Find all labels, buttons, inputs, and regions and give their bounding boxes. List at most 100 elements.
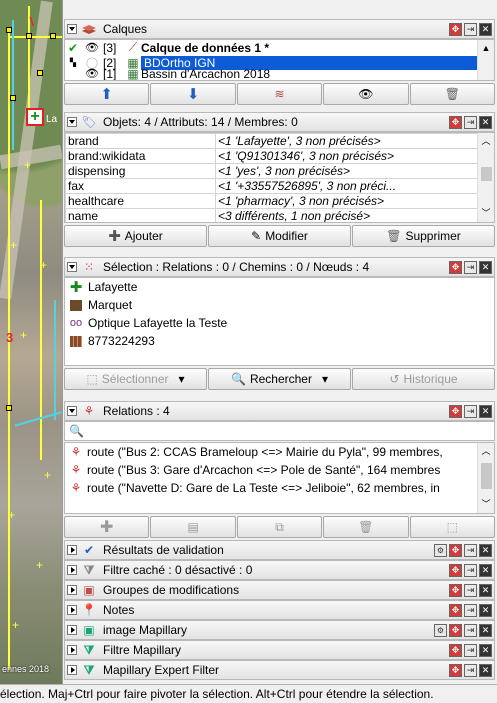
history-button[interactable]: ↺ Historique <box>352 368 495 390</box>
toggle-visibility-button[interactable]: 👁 <box>323 83 409 105</box>
close-icon[interactable]: ✕ <box>479 22 492 36</box>
collapse-toggle[interactable] <box>67 406 77 416</box>
table-row[interactable]: fax <1 '+33557526895', 3 non préci... <box>65 178 478 194</box>
pin-icon[interactable]: ⇥ <box>464 260 477 274</box>
collapsed-panel[interactable]: ⧩ Filtre Mapillary ✥ ⇥ ✕ <box>64 640 495 660</box>
list-item[interactable]: oo Optique Lafayette la Teste <box>65 314 494 332</box>
pin-icon[interactable]: ⇥ <box>464 663 477 677</box>
tag-value[interactable]: <1 '+33557526895', 3 non préci... <box>215 178 478 194</box>
eye-icon[interactable]: 👁 <box>81 41 103 54</box>
list-item[interactable]: 8773224293 <box>65 332 494 350</box>
close-icon[interactable]: ✕ <box>479 260 492 274</box>
close-icon[interactable]: ✕ <box>479 583 492 597</box>
relations-search-box[interactable]: 🔍 <box>64 421 495 441</box>
table-row[interactable]: healthcare <1 'pharmacy', 3 non précisés> <box>65 193 478 209</box>
chevron-down-icon[interactable]: ▾ <box>179 372 185 386</box>
collapsed-panel[interactable]: 📍 Notes ✥ ⇥ ✕ <box>64 600 495 620</box>
tag-key[interactable]: dispensing <box>65 163 216 179</box>
close-icon[interactable]: ✕ <box>479 643 492 657</box>
delete-layer-button[interactable]: 🗑 <box>409 83 496 105</box>
delete-relation-button[interactable]: 🗑 <box>323 516 409 538</box>
table-row[interactable]: brand <1 'Lafayette', 3 non précisés> <box>65 133 478 149</box>
close-icon[interactable]: ✕ <box>479 543 492 557</box>
relations-scrollbar[interactable]: ︿ ﹀ <box>477 443 494 513</box>
relations-search-input[interactable] <box>83 423 494 439</box>
move-up-button[interactable]: ⬆ <box>64 83 150 105</box>
layer-row[interactable]: ✔ 👁 [3] ⟋ Calque de données 1 * <box>65 40 494 55</box>
tag-value[interactable]: <1 'Lafayette', 3 non précisés> <box>215 133 478 149</box>
pin-icon[interactable]: ⇥ <box>464 603 477 617</box>
collapsed-panel[interactable]: ⧩ Mapillary Expert Filter ✥ ⇥ ✕ <box>64 660 495 680</box>
select-button[interactable]: ⬚ Sélectionner ▾ <box>64 368 207 390</box>
collapse-toggle[interactable] <box>67 117 77 127</box>
highlight-icon[interactable]: ✥ <box>449 663 462 677</box>
highlight-icon[interactable]: ✥ <box>449 603 462 617</box>
tag-key[interactable]: healthcare <box>65 193 216 209</box>
relations-list[interactable]: ⚘ route ("Bus 2: CCAS Brameloup <=> Mairi… <box>64 442 495 514</box>
tag-value[interactable]: <1 'yes', 3 non précisés> <box>215 163 478 179</box>
highlight-icon[interactable]: ✥ <box>449 643 462 657</box>
tag-table[interactable]: brand <1 'Lafayette', 3 non précisés> bran… <box>65 133 478 222</box>
close-icon[interactable]: ✕ <box>479 603 492 617</box>
relations-titlebar[interactable]: ⚘ Relations : 4 ✥ ⇥ ✕ <box>64 401 495 421</box>
expand-toggle[interactable] <box>67 585 77 595</box>
merge-layer-button[interactable]: ≋ <box>236 83 323 105</box>
collapsed-panel[interactable]: ✔ Résultats de validation ⚙ ✥ ⇥ ✕ <box>64 540 495 560</box>
highlight-icon[interactable]: ✥ <box>449 543 462 557</box>
table-row[interactable]: dispensing <1 'yes', 3 non précisés> <box>65 163 478 179</box>
layers-titlebar[interactable]: Calques ✥ ⇥ ✕ <box>64 19 495 39</box>
expand-toggle[interactable] <box>67 645 77 655</box>
tag-value[interactable]: <3 différents, 1 non précisé> <box>215 208 478 222</box>
tag-key[interactable]: brand:wikidata <box>65 148 216 164</box>
expand-toggle[interactable] <box>67 605 77 615</box>
tag-value[interactable]: <1 'Q91301346', 3 non précisés> <box>215 148 478 164</box>
close-icon[interactable]: ✕ <box>479 115 492 129</box>
highlight-icon[interactable]: ✥ <box>449 583 462 597</box>
selection-titlebar[interactable]: ⁙ Sélection : Relations : 0 / Chemins : … <box>64 257 495 277</box>
tags-titlebar[interactable]: 🏷 Objets: 4 / Attributs: 14 / Membres: 0… <box>64 112 495 132</box>
list-item[interactable]: ⚘ route ("Bus 2: CCAS Brameloup <=> Mairi… <box>65 443 477 461</box>
duplicate-relation-button[interactable]: ⧉ <box>236 516 323 538</box>
highlight-icon[interactable]: ✥ <box>449 22 462 36</box>
collapse-toggle[interactable] <box>67 24 77 34</box>
search-button[interactable]: 🔍 Rechercher ▾ <box>208 368 351 390</box>
settings-icon[interactable]: ⚙ <box>434 623 447 637</box>
pin-icon[interactable]: ⇥ <box>464 583 477 597</box>
table-row[interactable]: brand:wikidata <1 'Q91301346', 3 non préc… <box>65 148 478 164</box>
edit-tag-button[interactable]: ✎ Modifier <box>208 225 351 247</box>
pin-icon[interactable]: ⇥ <box>464 563 477 577</box>
close-icon[interactable]: ✕ <box>479 404 492 418</box>
list-item[interactable]: ✚ Lafayette <box>65 278 494 296</box>
list-item[interactable]: ⚘ route ("Navette D: Gare de La Teste <=>… <box>65 479 477 497</box>
expand-toggle[interactable] <box>67 665 77 675</box>
pin-icon[interactable]: ⇥ <box>464 643 477 657</box>
highlight-icon[interactable]: ✥ <box>449 115 462 129</box>
tag-key[interactable]: name <box>65 208 216 222</box>
highlight-icon[interactable]: ✥ <box>449 404 462 418</box>
move-down-button[interactable]: ⬇ <box>150 83 236 105</box>
collapse-toggle[interactable] <box>67 262 77 272</box>
tag-value[interactable]: <1 'pharmacy', 3 non précisés> <box>215 193 478 209</box>
highlight-icon[interactable]: ✥ <box>449 623 462 637</box>
map-view[interactable]: + + + + + + + + / 3 + La ennes 2018 <box>0 0 62 684</box>
expand-toggle[interactable] <box>67 545 77 555</box>
pin-icon[interactable]: ⇥ <box>464 543 477 557</box>
list-item[interactable]: Marquet <box>65 296 494 314</box>
collapsed-panel[interactable]: ⧩ Filtre caché : 0 désactivé : 0 ✥ ⇥ ✕ <box>64 560 495 580</box>
chevron-down-icon[interactable]: ▾ <box>322 372 328 386</box>
close-icon[interactable]: ✕ <box>479 663 492 677</box>
pin-icon[interactable]: ⇥ <box>464 404 477 418</box>
select-members-button[interactable]: ⬚ <box>409 516 496 538</box>
expand-toggle[interactable] <box>67 565 77 575</box>
add-relation-button[interactable]: ✚ <box>64 516 150 538</box>
add-tag-button[interactable]: ✚ Ajouter <box>64 225 207 247</box>
highlight-icon[interactable]: ✥ <box>449 563 462 577</box>
layer-list[interactable]: ✔ 👁 [3] ⟋ Calque de données 1 * ▚ ◯ [2] … <box>64 39 495 81</box>
pin-icon[interactable]: ⇥ <box>464 115 477 129</box>
tag-key[interactable]: fax <box>65 178 216 194</box>
tag-table-container[interactable]: brand <1 'Lafayette', 3 non précisés> bran… <box>64 132 495 223</box>
layer-scrollbar[interactable]: ▲ <box>477 40 494 80</box>
collapsed-panel[interactable]: ▣ Groupes de modifications ✥ ⇥ ✕ <box>64 580 495 600</box>
close-icon[interactable]: ✕ <box>479 623 492 637</box>
edit-relation-button[interactable]: ▤ <box>150 516 236 538</box>
